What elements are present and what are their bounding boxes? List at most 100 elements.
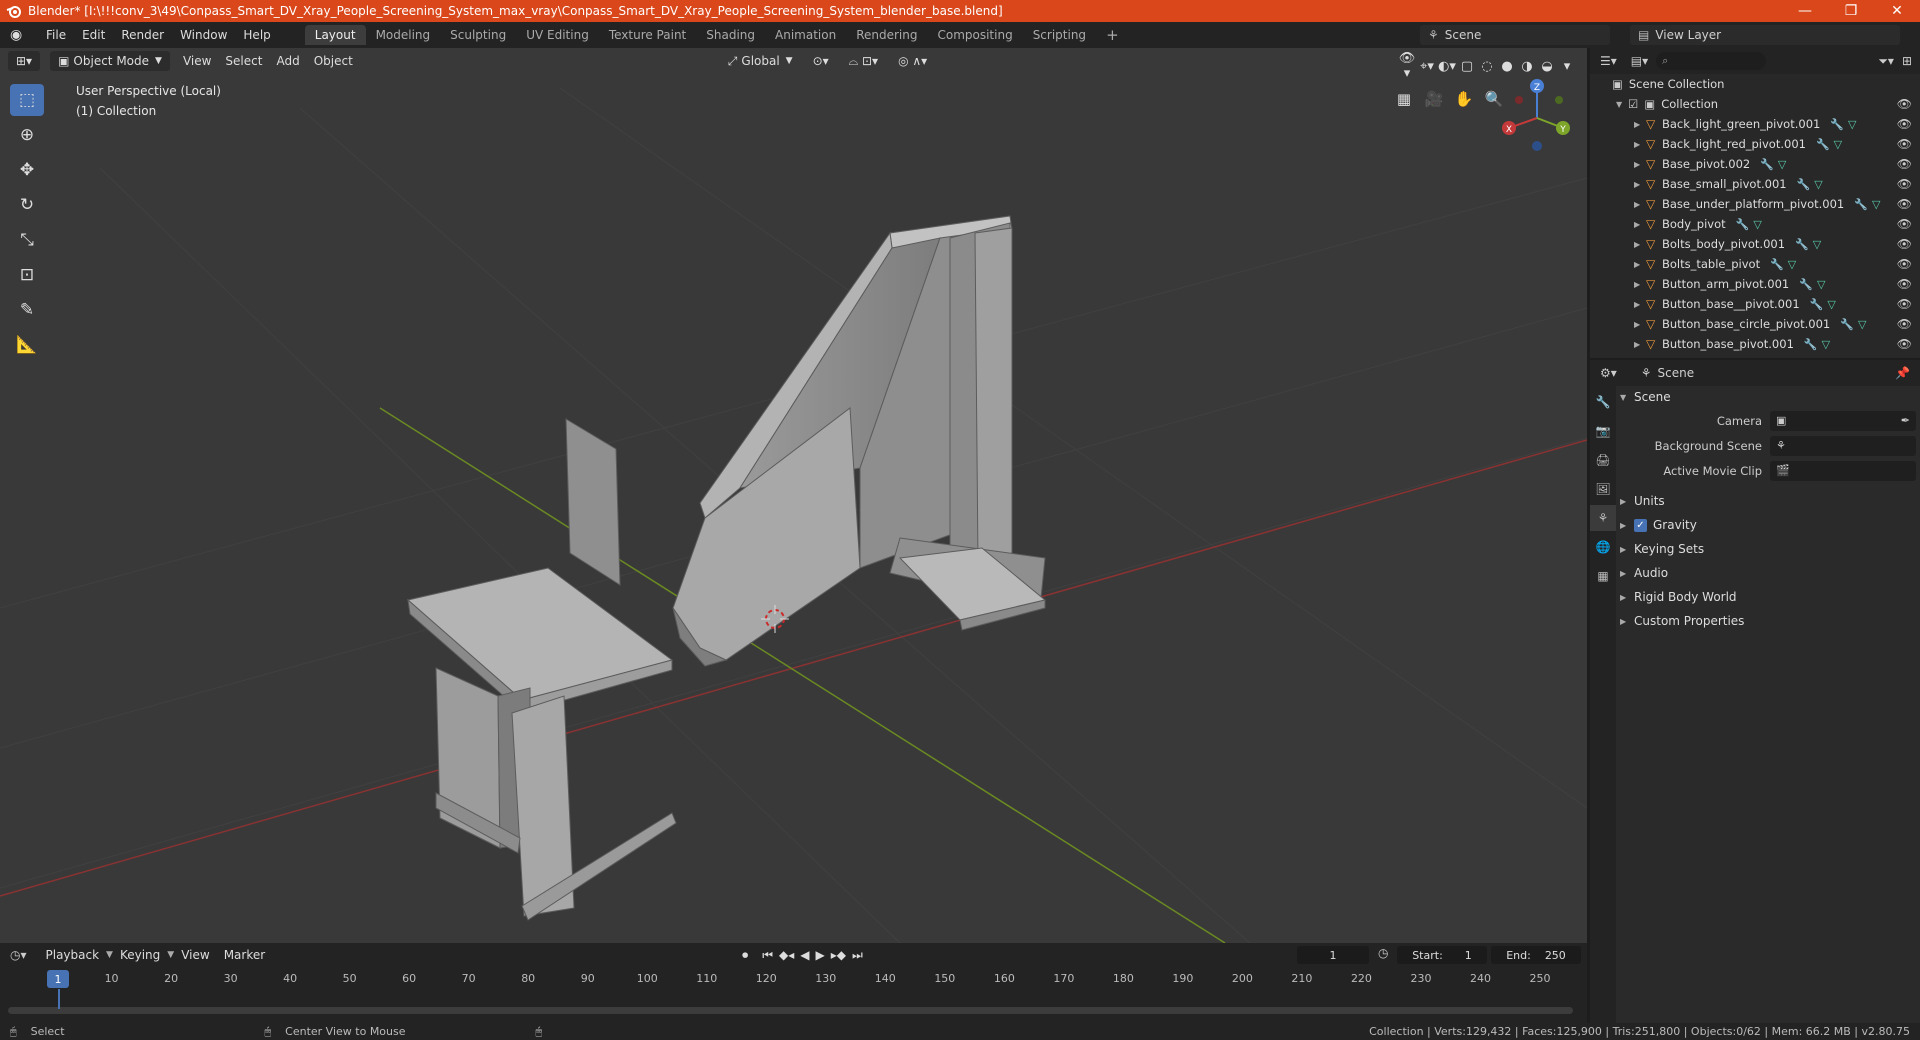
mesh-data-icon[interactable]: ▽ — [1814, 178, 1822, 191]
modifier-wrench-icon[interactable]: 🔧 — [1840, 318, 1854, 331]
outliner-object-row[interactable]: ▶ ▽ Base_under_platform_pivot.001 🔧 ▽ 👁 — [1590, 194, 1920, 214]
viewport-menu-add[interactable]: Add — [269, 54, 306, 68]
eye-icon[interactable]: 👁 — [1897, 97, 1912, 111]
tab-modeling[interactable]: Modeling — [366, 25, 441, 45]
outliner-object-row[interactable]: ▶ ▽ Base_small_pivot.001 🔧 ▽ 👁 — [1590, 174, 1920, 194]
viewport-menu-view[interactable]: View — [176, 54, 218, 68]
outliner-object-row[interactable]: ▶ ▽ Button_base_circle_pivot.001 🔧 ▽ 👁 — [1590, 314, 1920, 334]
properties-editor-icon[interactable]: ⚙▾ — [1600, 366, 1617, 380]
snap-icon[interactable]: ⌓ ⊡▾ — [841, 51, 886, 71]
scale-tool-icon[interactable]: ⤡ — [10, 224, 44, 256]
timeline-menu-keying[interactable]: Keying — [113, 948, 167, 962]
expand-icon[interactable]: ▶ — [1634, 140, 1646, 149]
mesh-data-icon[interactable]: ▽ — [1813, 238, 1821, 251]
editor-type-icon[interactable]: ⊞▾ — [8, 51, 41, 71]
xray-icon[interactable]: ▢ — [1457, 59, 1477, 74]
timeline-ruler[interactable]: 1 10 20 30 40 50 60 70 80 90 100 110 120 130 140 150 16… — [0, 969, 1587, 989]
gravity-panel[interactable]: ▶ ✓ Gravity — [1620, 513, 1916, 537]
eye-icon[interactable]: 👁 — [1897, 137, 1912, 151]
viewport-menu-object[interactable]: Object — [307, 54, 360, 68]
outliner-object-row[interactable]: ▶ ▽ Bolts_body_pivot.001 🔧 ▽ 👁 — [1590, 234, 1920, 254]
expand-icon[interactable]: ▶ — [1634, 120, 1646, 129]
collapse-icon[interactable]: ▼ — [1616, 100, 1628, 109]
current-frame-field[interactable]: 1 — [1297, 946, 1369, 964]
material-shading-icon[interactable]: ◑ — [1517, 59, 1537, 74]
world-tab-icon[interactable]: 🌐 — [1590, 534, 1616, 560]
eye-icon[interactable]: 👁 — [1897, 337, 1912, 351]
navigation-gizmo[interactable]: Z X Y — [1497, 78, 1577, 158]
eye-icon[interactable]: 👁 — [1897, 117, 1912, 131]
active-movie-clip-field[interactable]: 🎬 — [1770, 460, 1916, 481]
expand-icon[interactable]: ▶ — [1634, 340, 1646, 349]
maximize-button[interactable]: ❐ — [1828, 3, 1874, 19]
expand-icon[interactable]: ▶ — [1634, 260, 1646, 269]
jump-start-icon[interactable]: ⏮ — [762, 948, 773, 963]
timeline-scrollbar[interactable] — [8, 1007, 1573, 1014]
pivot-point-icon[interactable]: ⊙▾ — [805, 51, 837, 71]
eye-icon[interactable]: 👁 — [1897, 237, 1912, 251]
audio-panel[interactable]: ▶ Audio — [1620, 561, 1916, 585]
measure-tool-icon[interactable]: 📐 — [10, 329, 44, 361]
modifier-wrench-icon[interactable]: 🔧 — [1830, 118, 1844, 131]
viewport-menu-select[interactable]: Select — [218, 54, 269, 68]
output-tab-icon[interactable]: 🖨 — [1590, 447, 1616, 473]
mesh-data-icon[interactable]: ▽ — [1834, 138, 1842, 151]
mesh-data-icon[interactable]: ▽ — [1822, 338, 1830, 351]
eye-icon[interactable]: 👁 — [1897, 257, 1912, 271]
cursor-tool-icon[interactable]: ⊕ — [10, 119, 44, 151]
checkbox-icon[interactable]: ☑ — [1628, 97, 1638, 111]
overlay-toggle-icon[interactable]: ◐▾ — [1437, 59, 1457, 74]
expand-icon[interactable]: ▶ — [1634, 220, 1646, 229]
playhead[interactable]: 1 — [47, 970, 69, 988]
play-reverse-icon[interactable]: ◀ — [800, 948, 809, 962]
view-layer-selector[interactable]: ▤ View Layer — [1630, 25, 1900, 45]
tool-tab-icon[interactable]: 🔧 — [1590, 389, 1616, 415]
outliner-object-row[interactable]: ▶ ▽ Back_light_red_pivot.001 🔧 ▽ 👁 — [1590, 134, 1920, 154]
expand-icon[interactable]: ▶ — [1634, 240, 1646, 249]
wireframe-shading-icon[interactable]: ◌ — [1477, 59, 1497, 74]
menu-help[interactable]: Help — [235, 28, 278, 42]
play-icon[interactable]: ▶ — [816, 948, 825, 962]
eye-icon[interactable]: 👁 — [1897, 197, 1912, 211]
modifier-wrench-icon[interactable]: 🔧 — [1804, 338, 1818, 351]
custom-properties-panel[interactable]: ▶ Custom Properties — [1620, 609, 1916, 633]
mesh-data-icon[interactable]: ▽ — [1788, 258, 1796, 271]
camera-field[interactable]: ▣ ✒ — [1770, 410, 1916, 431]
outliner-search-input[interactable]: ⌕ — [1656, 52, 1767, 70]
outliner-object-row[interactable]: ▶ ▽ Button_base_pivot.001 🔧 ▽ 👁 — [1590, 334, 1920, 354]
filter-icon[interactable]: ⏷▾ — [1878, 54, 1894, 69]
units-panel[interactable]: ▶ Units — [1620, 489, 1916, 513]
tab-uv-editing[interactable]: UV Editing — [516, 25, 599, 45]
mesh-data-icon[interactable]: ▽ — [1848, 118, 1856, 131]
eye-icon[interactable]: 👁 — [1897, 177, 1912, 191]
mesh-data-icon[interactable]: ▽ — [1858, 318, 1866, 331]
tab-sculpting[interactable]: Sculpting — [440, 25, 516, 45]
modifier-wrench-icon[interactable]: 🔧 — [1799, 278, 1813, 291]
pan-hand-icon[interactable]: ✋ — [1451, 86, 1477, 112]
view-layer-tab-icon[interactable]: 🖼 — [1590, 476, 1616, 502]
background-scene-field[interactable]: ⚘ — [1770, 435, 1916, 456]
rotate-tool-icon[interactable]: ↻ — [10, 189, 44, 221]
minimize-button[interactable]: — — [1782, 3, 1828, 19]
expand-icon[interactable]: ▶ — [1634, 200, 1646, 209]
menu-render[interactable]: Render — [113, 28, 172, 42]
gravity-checkbox[interactable]: ✓ — [1634, 518, 1647, 532]
scene-panel-header[interactable]: ▼ Scene — [1620, 386, 1916, 408]
menu-window[interactable]: Window — [172, 28, 235, 42]
outliner-object-row[interactable]: ▶ ▽ Button_arm_pivot.001 🔧 ▽ 👁 — [1590, 274, 1920, 294]
record-icon[interactable]: ⏺ — [742, 948, 748, 963]
select-box-tool-icon[interactable]: ⬚ — [10, 84, 44, 116]
texture-tab-icon[interactable]: ▦ — [1590, 563, 1616, 589]
mesh-data-icon[interactable]: ▽ — [1778, 158, 1786, 171]
outliner-object-row[interactable]: ▶ ▽ Base_pivot.002 🔧 ▽ 👁 — [1590, 154, 1920, 174]
visibility-icon[interactable]: 👁▾ — [1397, 51, 1417, 81]
outliner-editor-icon[interactable]: ☰▾ — [1600, 54, 1617, 68]
rendered-shading-icon[interactable]: ◒ — [1537, 59, 1557, 74]
solid-shading-icon[interactable]: ● — [1497, 59, 1517, 74]
close-button[interactable]: ✕ — [1874, 3, 1920, 19]
outliner-object-row[interactable]: ▶ ▽ Button_base__pivot.001 🔧 ▽ 👁 — [1590, 294, 1920, 314]
eyedropper-icon[interactable]: ✒ — [1901, 414, 1910, 427]
menu-file[interactable]: File — [38, 28, 74, 42]
tab-layout[interactable]: Layout — [304, 25, 366, 45]
mesh-data-icon[interactable]: ▽ — [1817, 278, 1825, 291]
